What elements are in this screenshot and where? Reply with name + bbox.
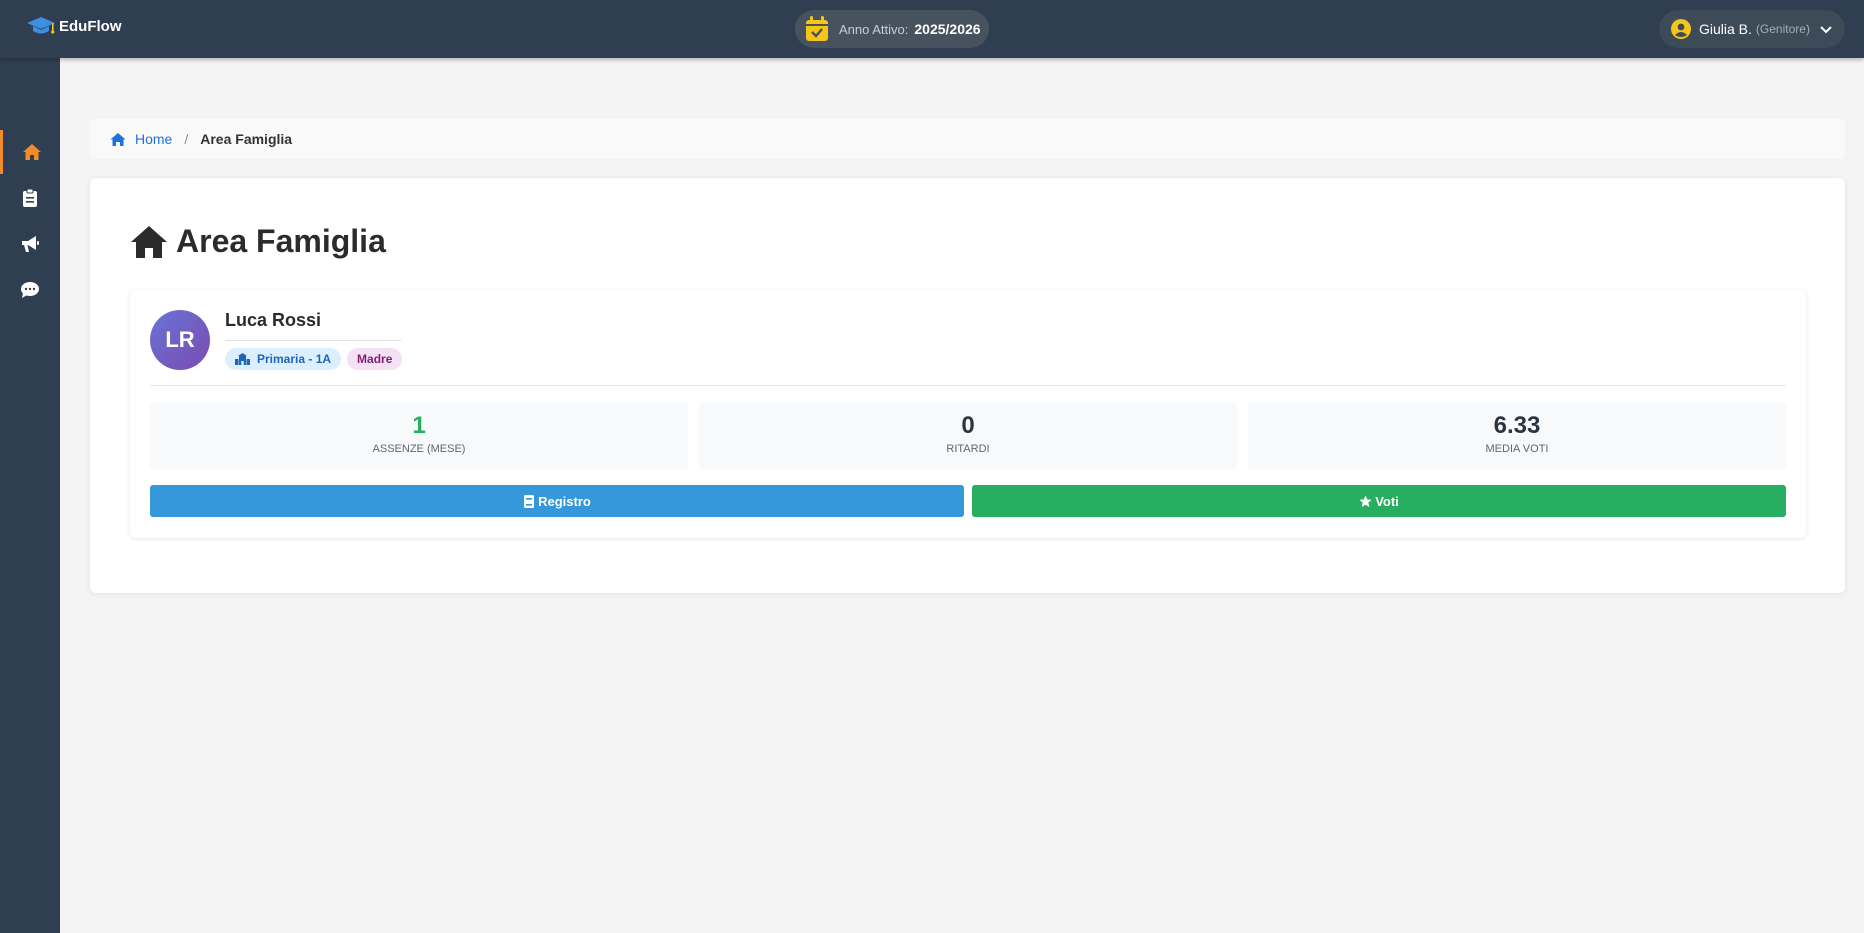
sidebar-item-home[interactable]: [0, 130, 60, 174]
chat-icon: [21, 282, 39, 298]
year-value: 2025/2026: [914, 21, 981, 37]
calendar-check-icon: [806, 16, 828, 41]
sidebar-item-avvisi[interactable]: [0, 222, 60, 266]
name-underline: [225, 340, 401, 341]
active-year-pill[interactable]: Anno Attivo: 2025/2026: [795, 10, 989, 48]
stat-absences-value: 1: [412, 412, 426, 439]
student-card: LR Luca Rossi Primaria - 1A Madre 1 ASSE…: [130, 290, 1806, 538]
graduation-cap-icon: [27, 17, 55, 34]
sidebar: [0, 58, 60, 933]
breadcrumb-home-link[interactable]: Home: [135, 131, 172, 147]
relation-badge: Madre: [347, 348, 403, 370]
home-icon: [131, 225, 167, 258]
card-divider: [150, 385, 1786, 386]
registro-button-label: Registro: [538, 493, 591, 509]
page-title: Area Famiglia: [130, 223, 386, 260]
class-badge: Primaria - 1A: [225, 348, 342, 370]
stat-delays-label: RITARDI: [946, 443, 990, 455]
breadcrumb-current: Area Famiglia: [200, 131, 293, 147]
clipboard-icon: [23, 188, 37, 207]
brand-logo[interactable]: EduFlow: [26, 15, 122, 37]
stat-absences-label: ASSENZE (MESE): [372, 443, 466, 455]
student-badges: Primaria - 1A Madre: [225, 348, 403, 370]
stat-delays-value: 0: [961, 412, 975, 439]
home-icon: [22, 144, 41, 160]
chevron-down-icon[interactable]: [1819, 22, 1833, 36]
student-name: Luca Rossi: [225, 310, 322, 330]
star-icon: [1359, 495, 1372, 507]
user-role: (Genitore): [1755, 22, 1810, 36]
top-navbar: EduFlow Anno Attivo: 2025/2026 Giulia B.…: [0, 0, 1864, 58]
year-label: Anno Attivo:: [839, 21, 909, 37]
avatar: LR: [150, 310, 210, 370]
registro-button[interactable]: Registro: [150, 485, 964, 517]
main-card: Area Famiglia LR Luca Rossi Primaria - 1…: [90, 178, 1845, 593]
stat-average: 6.33 MEDIA VOTI: [1248, 402, 1786, 470]
stat-average-label: MEDIA VOTI: [1485, 443, 1549, 455]
breadcrumb-separator: /: [184, 131, 189, 147]
user-menu[interactable]: Giulia B. (Genitore): [1659, 10, 1845, 48]
stat-average-value: 6.33: [1493, 412, 1541, 439]
sidebar-item-registro[interactable]: [0, 176, 60, 220]
sidebar-item-messaggi[interactable]: [0, 268, 60, 312]
stat-absences: 1 ASSENZE (MESE): [150, 402, 688, 470]
page-title-text: Area Famiglia: [176, 223, 386, 259]
stat-delays: 0 RITARDI: [699, 402, 1237, 470]
school-icon: [235, 353, 250, 365]
megaphone-icon: [22, 236, 39, 252]
voti-button-label: Voti: [1375, 493, 1399, 509]
breadcrumb: Home / Area Famiglia: [90, 119, 1845, 159]
home-icon: [110, 132, 126, 146]
voti-button[interactable]: Voti: [972, 485, 1786, 517]
user-circle-icon: [1671, 19, 1691, 39]
brand-name: EduFlow: [59, 17, 122, 35]
book-icon: [524, 494, 535, 508]
user-name: Giulia B.: [1699, 21, 1752, 37]
class-badge-label: Primaria - 1A: [257, 352, 332, 366]
